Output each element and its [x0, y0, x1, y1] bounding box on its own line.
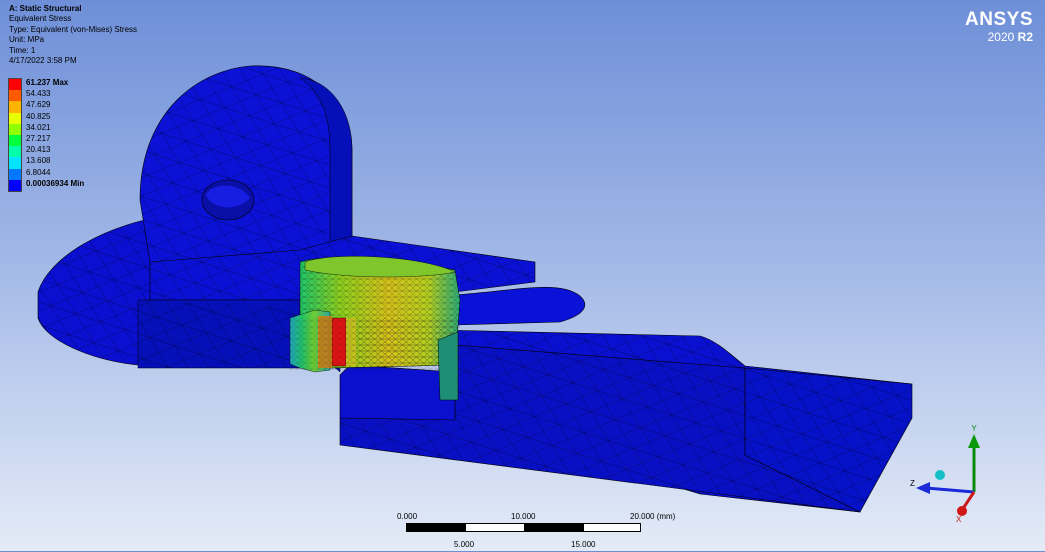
- y-axis-arrow: [968, 434, 980, 448]
- stress-model: [37, 65, 913, 513]
- z-axis-label: Z: [910, 479, 915, 488]
- scale-label-15: 15.000: [571, 540, 596, 549]
- scale-label-10: 10.000: [511, 512, 536, 521]
- scale-segment-4: [583, 523, 641, 532]
- z-axis-arrow: [916, 482, 930, 494]
- triad-iso-ball[interactable]: [935, 470, 945, 480]
- scale-segment-1: [406, 523, 466, 532]
- scale-bar: 0.000 10.000 20.000 (mm) 5.000 15.000: [397, 512, 700, 552]
- axis-triad[interactable]: Y Z X: [898, 420, 998, 530]
- scale-segment-3: [524, 523, 584, 532]
- y-axis-label: Y: [971, 424, 977, 433]
- scale-label-5: 5.000: [454, 540, 475, 549]
- z-axis-line: [925, 486, 975, 494]
- x-axis-label: X: [956, 515, 962, 524]
- scale-label-20: 20.000 (mm): [630, 512, 676, 521]
- scale-segment-2: [465, 523, 525, 532]
- scale-label-0: 0.000: [397, 512, 418, 521]
- model-viewport[interactable]: [0, 0, 1045, 551]
